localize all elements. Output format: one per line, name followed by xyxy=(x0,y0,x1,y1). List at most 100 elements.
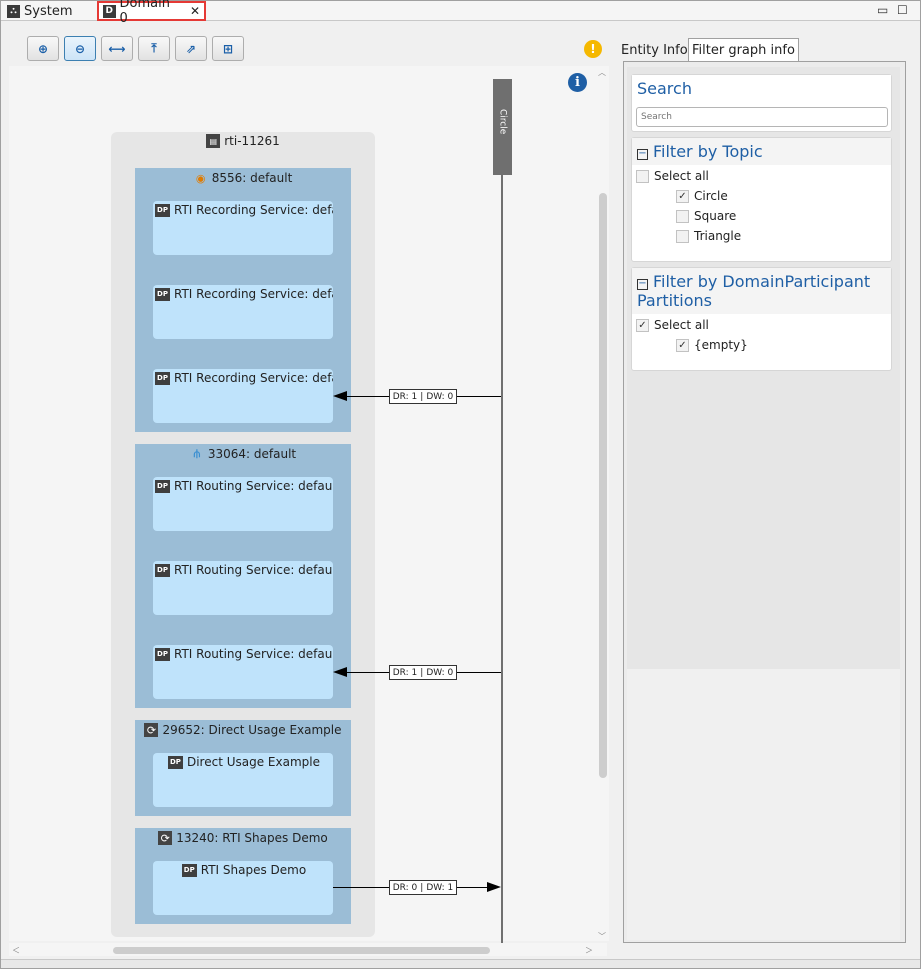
filter-partitions-title-2: Partitions xyxy=(637,291,713,310)
badge-separator: | xyxy=(420,882,424,893)
dp-icon: DP xyxy=(155,563,170,577)
connection-badge[interactable]: DR: 1 | DW: 0 xyxy=(389,389,457,404)
checkbox[interactable] xyxy=(636,169,649,183)
warning-icon[interactable]: ! xyxy=(584,40,602,58)
participant-box[interactable]: DP RTI Recording Service: defa... xyxy=(153,369,333,423)
checkbox-checked[interactable]: ✓ xyxy=(636,318,649,332)
tab-domain-label: Domain 0 xyxy=(119,0,170,26)
zoom-out-button[interactable]: ⊖ xyxy=(64,36,96,61)
host-title: ▤ rti-11261 xyxy=(111,134,375,148)
process-title: ⟳ 29652: Direct Usage Example xyxy=(135,723,351,737)
routing-icon: ⫛ xyxy=(193,447,201,460)
partition-item-empty[interactable]: ✓ {empty} xyxy=(676,338,748,352)
zoom-in-button[interactable]: ⊕ xyxy=(27,36,59,61)
horizontal-scroll-thumb[interactable] xyxy=(113,947,490,954)
vertical-scroll-thumb[interactable] xyxy=(599,193,607,778)
dp-icon: DP xyxy=(167,755,183,769)
participant-box[interactable]: DP RTI Shapes Demo xyxy=(153,861,333,915)
checkbox[interactable] xyxy=(676,229,689,243)
export-button[interactable]: ⇗ xyxy=(175,36,207,61)
topic-item-square[interactable]: Square xyxy=(676,209,736,223)
fit-width-button[interactable]: ⟷ xyxy=(101,36,133,61)
filter-topic-header[interactable]: − Filter by Topic xyxy=(632,138,891,165)
tab-filter-graph-info[interactable]: Filter graph info xyxy=(688,38,799,62)
participant-box[interactable]: DP RTI Routing Service: default xyxy=(153,561,333,615)
zoom-in-icon: ⊕ xyxy=(37,41,49,56)
partition-item-label: {empty} xyxy=(694,338,748,352)
topic-line xyxy=(501,175,503,943)
collapse-icon[interactable]: − xyxy=(637,149,648,160)
participant-box[interactable]: DP Direct Usage Example xyxy=(153,753,333,807)
info-icon[interactable]: i xyxy=(568,73,587,92)
participant-box[interactable]: DP RTI Recording Service: default xyxy=(153,285,333,339)
checkbox-checked[interactable]: ✓ xyxy=(676,189,689,203)
process-title: ⫛ 33064: default xyxy=(135,447,351,461)
checkbox[interactable] xyxy=(676,209,689,223)
topic-item-label: Triangle xyxy=(694,229,742,243)
topic-node[interactable]: Circle xyxy=(493,79,512,175)
connection-badge[interactable]: DR: 0 | DW: 1 xyxy=(389,880,457,895)
scroll-left-icon[interactable]: ＜ xyxy=(12,945,20,956)
align-top-icon: ⤒ xyxy=(151,41,157,55)
maximize-icon[interactable]: ☐ xyxy=(897,3,908,17)
sync-icon: ⟳ xyxy=(144,723,159,737)
search-input[interactable] xyxy=(636,107,888,127)
filter-partitions-header[interactable]: − Filter by DomainParticipant Partitions xyxy=(632,268,891,314)
collapse-icon[interactable]: − xyxy=(637,279,648,290)
dp-icon: DP xyxy=(155,479,170,493)
arrow-head xyxy=(333,391,347,401)
recording-icon: ◉ xyxy=(195,171,206,185)
tab-system[interactable]: ⛬ System xyxy=(3,1,76,21)
scroll-right-icon[interactable]: ＞ xyxy=(585,945,593,956)
participant-box[interactable]: DP RTI Recording Service: default xyxy=(153,201,333,255)
checkbox-checked[interactable]: ✓ xyxy=(676,338,689,352)
topic-item-label: Circle xyxy=(694,189,728,203)
select-all-label: Select all xyxy=(654,169,709,183)
dr-count: DR: 1 xyxy=(392,667,418,678)
dp-icon: DP xyxy=(181,863,197,877)
partition-select-all[interactable]: ✓ Select all xyxy=(636,318,709,332)
participant-box[interactable]: DP RTI Routing Service: default xyxy=(153,477,333,531)
participant-label: RTI Routing Service: default xyxy=(174,479,333,493)
scroll-down-icon[interactable]: ﹀ xyxy=(598,931,606,942)
dp-icon: DP xyxy=(155,287,170,301)
tab-domain-0[interactable]: D Domain 0 ✕ xyxy=(97,0,206,26)
participant-label: Direct Usage Example xyxy=(186,755,320,769)
align-top-button[interactable]: ⤒ xyxy=(138,36,170,61)
scroll-up-icon[interactable]: ︿ xyxy=(598,67,606,78)
dw-count: DW: 0 xyxy=(426,391,454,402)
fit-width-icon: ⟷ xyxy=(108,41,126,56)
layout-button[interactable]: ⊞ xyxy=(212,36,244,61)
topic-item-circle[interactable]: ✓ Circle xyxy=(676,189,728,203)
arrow-head xyxy=(333,667,347,677)
tab-entity-info[interactable]: Entity Info xyxy=(618,38,691,62)
participant-label: RTI Recording Service: defa... xyxy=(174,371,333,385)
filter-panel-empty-area xyxy=(627,669,900,940)
participant-box[interactable]: DP RTI Routing Service: default.... xyxy=(153,645,333,699)
connection-badge[interactable]: DR: 1 | DW: 0 xyxy=(389,665,457,680)
process-title: ⟳ 13240: RTI Shapes Demo xyxy=(135,831,351,845)
host-icon: ▤ xyxy=(206,134,221,148)
participant-label: RTI Recording Service: default xyxy=(174,287,333,301)
participant-label: RTI Routing Service: default.... xyxy=(174,647,333,661)
filter-topic-card: − Filter by Topic Select all ✓ Circle Squ… xyxy=(631,137,892,262)
host-label: rti-11261 xyxy=(224,134,280,148)
sync-icon: ⟳ xyxy=(158,831,173,845)
process-label: 8556: default xyxy=(211,171,293,185)
dw-count: DW: 0 xyxy=(426,667,454,678)
minimize-icon[interactable]: ▭ xyxy=(877,3,888,17)
badge-separator: | xyxy=(420,667,424,678)
process-label: 33064: default xyxy=(207,447,297,461)
participant-label: RTI Routing Service: default xyxy=(174,563,333,577)
filter-topic-title: Filter by Topic xyxy=(653,142,763,161)
topic-item-triangle[interactable]: Triangle xyxy=(676,229,741,243)
topic-select-all[interactable]: Select all xyxy=(636,169,709,183)
participant-label: RTI Recording Service: default xyxy=(174,203,333,217)
status-strip xyxy=(1,959,920,968)
dp-icon: DP xyxy=(155,647,170,661)
process-label: 29652: Direct Usage Example xyxy=(162,723,342,737)
export-icon: ⇗ xyxy=(185,41,197,56)
topic-item-label: Square xyxy=(694,209,737,223)
dp-icon: DP xyxy=(155,203,170,217)
close-icon[interactable]: ✕ xyxy=(190,4,200,18)
